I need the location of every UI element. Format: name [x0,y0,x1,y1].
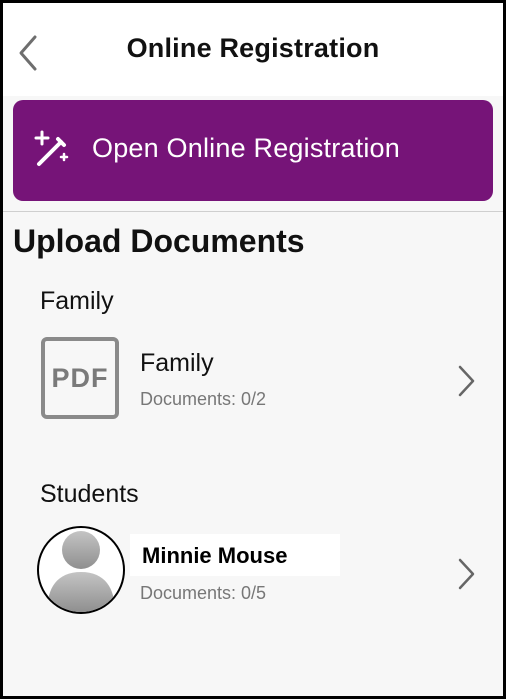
chevron-right-icon [458,558,475,590]
students-group-title: Students [40,480,139,508]
family-item-title: Family [140,349,214,377]
open-online-registration-label: Open Online Registration [92,133,400,163]
family-group-title: Family [40,287,114,315]
family-item-documents: Documents: 0/2 [140,389,267,409]
header: Online Registration [3,3,503,96]
divider [3,211,503,212]
pdf-icon-label: PDF [51,362,109,393]
student-name-box: Minnie Mouse [130,534,340,576]
student-documents: Documents: 0/5 [140,583,267,603]
page-title: Online Registration [126,33,380,63]
avatar-placeholder-icon [47,531,115,612]
family-documents-row[interactable]: PDF Family Documents: 0/2 [3,335,503,431]
student-row[interactable]: Minnie Mouse Documents: 0/5 [3,526,503,622]
magic-wand-icon [34,130,69,166]
section-title: Upload Documents [13,223,305,259]
avatar [37,526,125,614]
student-name: Minnie Mouse [142,543,288,568]
open-online-registration-button[interactable]: Open Online Registration [13,100,493,201]
app-frame: Online Registration Open Online Registra… [3,3,503,696]
chevron-right-icon [458,365,475,397]
pdf-icon: PDF [41,337,119,419]
